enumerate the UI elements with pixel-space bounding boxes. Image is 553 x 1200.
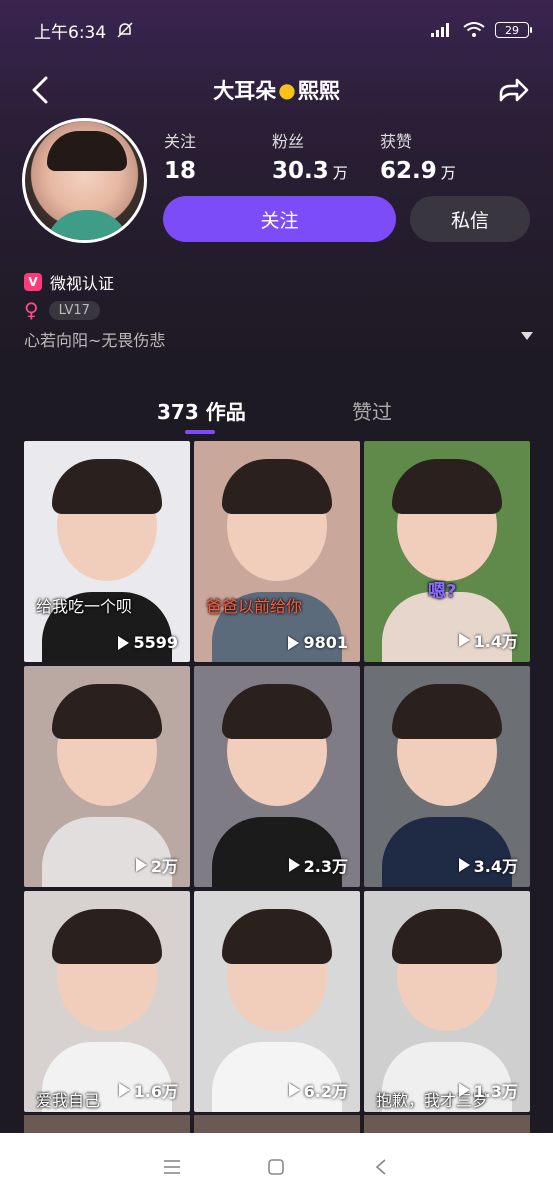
content-tabs: 373 作品 赞过	[0, 396, 553, 440]
play-count-value: 9801	[303, 633, 348, 652]
thumbnail-hair	[392, 459, 502, 514]
verification-badge: V 微视认证	[24, 270, 114, 294]
play-count: 5599	[118, 633, 178, 652]
play-icon	[458, 858, 470, 872]
video-thumbnail[interactable]: 嗯? 1.4万	[364, 441, 530, 662]
play-count: 1.4万	[458, 628, 518, 652]
menu-button[interactable]	[157, 1152, 187, 1182]
play-icon	[288, 858, 300, 872]
home-square-icon	[268, 1158, 285, 1175]
level-badge: LV17	[48, 300, 100, 320]
play-count: 2.3万	[288, 853, 348, 877]
share-icon	[499, 78, 529, 102]
thumbnail-hair	[222, 459, 332, 514]
expand-bio-icon[interactable]	[521, 332, 533, 340]
female-icon: ♀	[24, 298, 39, 322]
gender-level-row: ♀ LV17	[24, 298, 100, 322]
video-caption: 爸爸以前给你	[206, 597, 303, 616]
play-count: 2万	[135, 853, 178, 877]
avatar[interactable]	[22, 118, 147, 243]
home-button[interactable]	[261, 1152, 291, 1182]
video-grid: 给我吃一个呗 5599 爸爸以前给你 9801 嗯? 1.4万 2万 2.3万 3.4万 爱我自己…	[24, 441, 530, 1112]
video-thumbnail[interactable]: 2万	[24, 666, 190, 887]
back-triangle-icon	[375, 1158, 386, 1175]
play-count-value: 2.3万	[303, 857, 348, 876]
play-icon	[458, 633, 470, 647]
play-count: 6.2万	[288, 1078, 348, 1102]
follow-button[interactable]: 关注	[163, 196, 396, 242]
play-icon	[118, 635, 130, 650]
tab-liked[interactable]: 赞过	[352, 396, 392, 425]
share-button[interactable]	[493, 70, 533, 110]
status-bar: 上午6:34 29	[0, 0, 553, 60]
thumbnail-hair	[392, 684, 502, 739]
play-count-value: 6.2万	[303, 1082, 348, 1101]
top-nav: 大耳朵 ● 熙熙	[0, 62, 553, 118]
back-button[interactable]	[24, 70, 64, 110]
play-count-value: 5599	[133, 633, 178, 652]
stat-followers[interactable]: 粉丝 30.3 万	[272, 128, 380, 184]
video-thumbnail[interactable]: 给我吃一个呗 5599	[24, 441, 190, 662]
play-count: 9801	[288, 633, 348, 652]
thumbnail-hair	[222, 909, 332, 964]
play-icon	[288, 635, 300, 650]
stat-following[interactable]: 关注 18	[164, 128, 272, 184]
active-tab-indicator	[185, 430, 215, 434]
play-count-value: 2万	[150, 857, 178, 876]
next-row-peek	[24, 1115, 530, 1133]
bio-text: 心若向阳~无畏伤悲	[24, 331, 166, 350]
verified-icon: V	[24, 273, 42, 291]
video-thumbnail[interactable]: 3.4万	[364, 666, 530, 887]
play-count: 1.3万	[458, 1078, 518, 1102]
battery-indicator: 29	[495, 22, 532, 38]
lightbulb-icon: ●	[278, 78, 296, 102]
profile-stats: 关注 18 粉丝 30.3 万 获赞 62.9 万	[164, 128, 488, 184]
play-icon	[458, 1083, 470, 1097]
page-title: 大耳朵 ● 熙熙	[213, 78, 340, 103]
video-caption: 嗯?	[428, 581, 457, 602]
thumbnail-hair	[52, 459, 162, 514]
tab-works[interactable]: 373 作品	[157, 396, 246, 425]
system-back-button[interactable]	[366, 1152, 396, 1182]
message-button[interactable]: 私信	[410, 196, 530, 242]
play-icon	[288, 1083, 300, 1097]
wifi-icon	[463, 22, 485, 37]
signal-icon	[431, 23, 449, 37]
play-count: 3.4万	[458, 853, 518, 877]
thumbnail-hair	[222, 684, 332, 739]
play-count: 1.6万	[118, 1078, 178, 1102]
play-count-value: 1.4万	[473, 632, 518, 651]
video-thumbnail[interactable]: 爸爸以前给你 9801	[194, 441, 360, 662]
video-thumbnail[interactable]: 爱我自己 1.6万	[24, 891, 190, 1112]
video-thumbnail[interactable]: 抱歉，我才三岁 1.3万	[364, 891, 530, 1112]
video-caption: 爱我自己	[36, 1091, 101, 1110]
play-icon	[118, 1083, 130, 1097]
thumbnail-hair	[52, 684, 162, 739]
do-not-disturb-icon	[117, 22, 133, 38]
menu-icon	[164, 1159, 181, 1174]
status-time: 上午6:34	[34, 22, 107, 43]
thumbnail-hair	[392, 909, 502, 964]
thumbnail-hair	[52, 909, 162, 964]
video-thumbnail[interactable]: 6.2万	[194, 891, 360, 1112]
video-caption: 给我吃一个呗	[36, 597, 133, 616]
play-icon	[135, 858, 147, 872]
play-count-value: 1.6万	[133, 1082, 178, 1101]
system-nav-bar	[0, 1133, 553, 1200]
stat-likes[interactable]: 获赞 62.9 万	[380, 128, 488, 184]
video-thumbnail[interactable]: 2.3万	[194, 666, 360, 887]
play-count-value: 3.4万	[473, 857, 518, 876]
chevron-left-icon	[32, 76, 48, 104]
play-count-value: 1.3万	[473, 1082, 518, 1101]
